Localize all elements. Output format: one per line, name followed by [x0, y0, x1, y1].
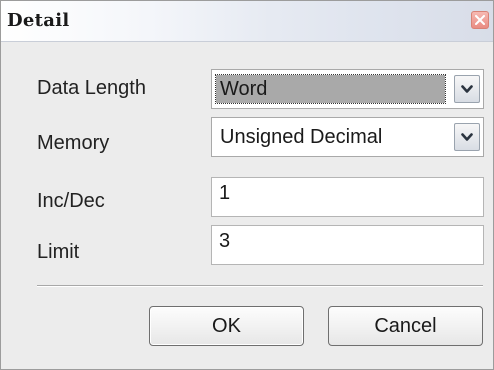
memory-dropdown-button[interactable]	[454, 123, 480, 151]
memory-value: Unsigned Decimal	[220, 126, 383, 148]
divider	[37, 285, 483, 287]
title-bar[interactable]: Detail	[1, 1, 493, 42]
memory-select[interactable]: Unsigned Decimal	[211, 117, 484, 157]
inc-dec-value: 1	[219, 182, 231, 204]
limit-field[interactable]: 3	[211, 225, 484, 265]
data-length-select[interactable]: Word	[211, 69, 484, 109]
inc-dec-label: Inc/Dec	[37, 190, 105, 212]
memory-label: Memory	[37, 132, 110, 154]
cancel-button[interactable]: Cancel	[328, 306, 483, 346]
chevron-down-icon	[461, 133, 473, 141]
close-icon	[475, 15, 485, 25]
ok-button[interactable]: OK	[149, 306, 304, 346]
close-button[interactable]	[471, 11, 489, 29]
limit-value: 3	[219, 230, 231, 252]
detail-dialog: Detail Data Length Word Memory Unsigned …	[0, 0, 494, 370]
data-length-dropdown-button[interactable]	[454, 75, 480, 103]
data-length-label: Data Length	[37, 77, 146, 99]
inc-dec-field[interactable]: 1	[211, 177, 484, 217]
dialog-title: Detail	[7, 10, 70, 31]
chevron-down-icon	[461, 85, 473, 93]
data-length-value: Word	[215, 74, 446, 104]
limit-label: Limit	[37, 241, 80, 263]
